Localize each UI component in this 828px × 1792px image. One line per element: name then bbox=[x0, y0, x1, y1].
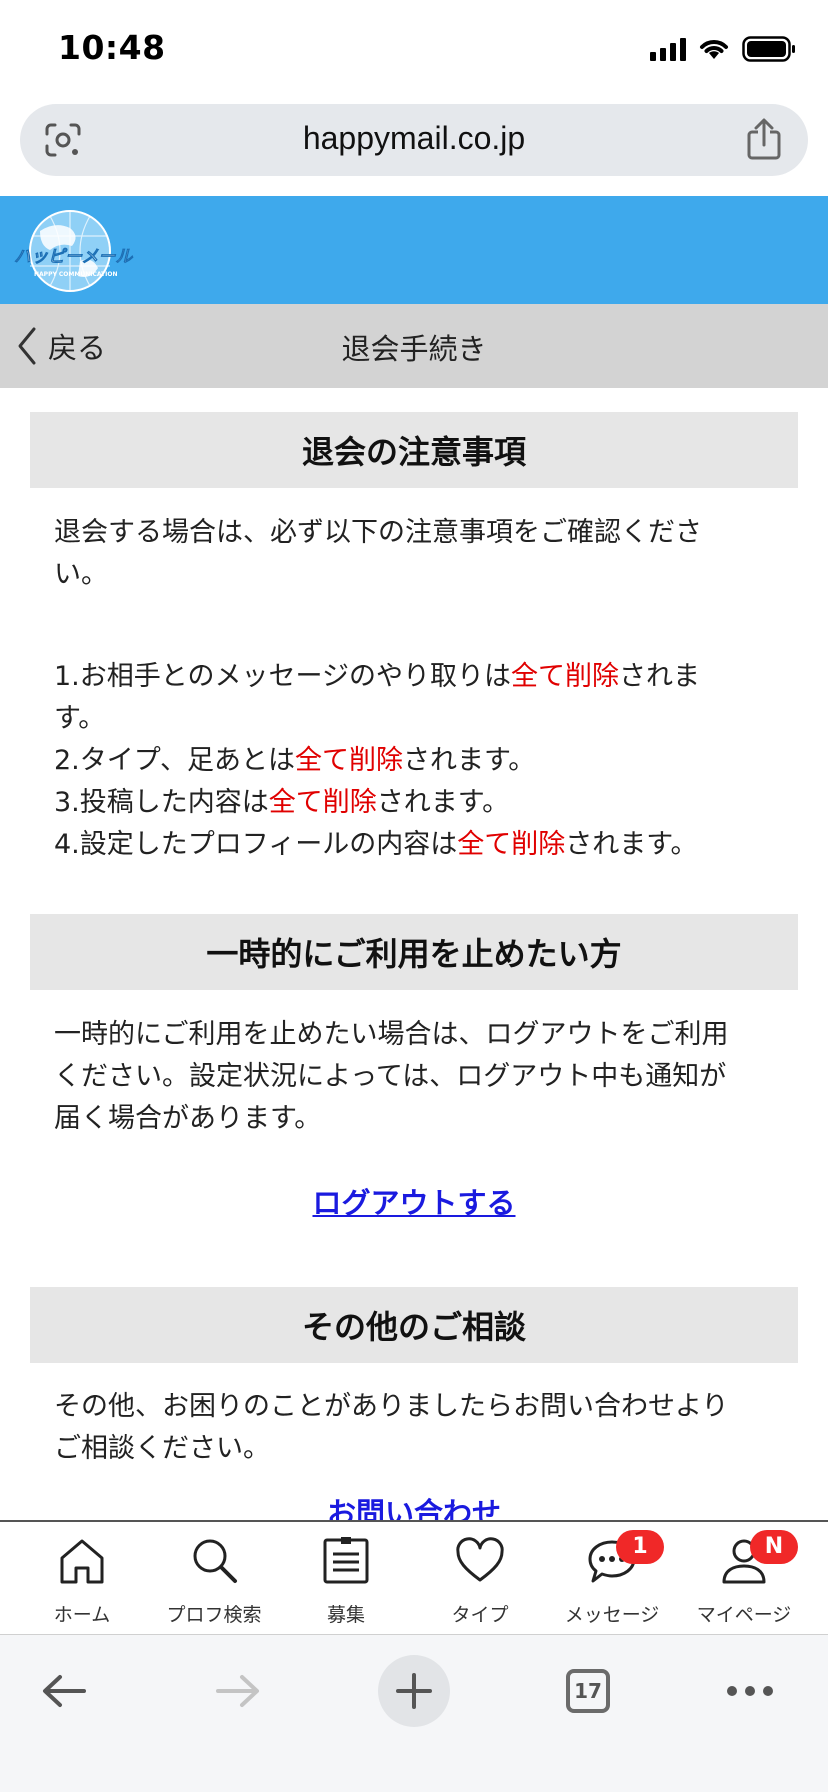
delete-warning: 全て削除 bbox=[294, 745, 403, 776]
forward-nav-button[interactable] bbox=[202, 1655, 274, 1727]
nav-board[interactable]: 募集 bbox=[280, 1522, 412, 1634]
notice-intro: 退会する場合は、必ず以下の注意事項をご確認くださ い。 bbox=[54, 512, 784, 596]
board-icon bbox=[323, 1537, 369, 1584]
more-button[interactable] bbox=[714, 1655, 786, 1727]
nav-label: プロフ検索 bbox=[166, 1604, 262, 1626]
notice-item-1: 1.お相手とのメッセージのやり取りは全て削除されま bbox=[54, 656, 784, 698]
search-icon bbox=[193, 1539, 237, 1583]
main-content[interactable]: 退会の注意事項 退会する場合は、必ず以下の注意事項をご確認くださ い。 1.お相… bbox=[0, 388, 828, 1520]
section-heading-notice: 退会の注意事項 bbox=[30, 412, 798, 488]
signal-icon bbox=[650, 37, 686, 61]
happymail-logo[interactable]: ハッピーメール HAPPY COMMUNICATION bbox=[10, 206, 136, 296]
notice-intro-line: 退会する場合は、必ず以下の注意事項をご確認くださ bbox=[54, 517, 702, 548]
delete-warning: 全て削除 bbox=[268, 787, 377, 818]
nav-label: タイプ bbox=[451, 1604, 509, 1626]
mypage-badge: N bbox=[750, 1530, 798, 1564]
plus-icon bbox=[396, 1673, 432, 1709]
notice-list: 1.お相手とのメッセージのやり取りは全て削除されま す。 2.タイプ、足あとは全… bbox=[54, 656, 784, 866]
site-header: ハッピーメール HAPPY COMMUNICATION bbox=[0, 196, 828, 304]
logout-link[interactable]: ログアウトする bbox=[0, 1180, 828, 1222]
other-text-line: その他、お困りのことがありましたらお問い合わせより bbox=[54, 1391, 729, 1422]
nav-label: マイページ bbox=[696, 1604, 792, 1626]
delete-warning: 全て削除 bbox=[457, 829, 566, 860]
browser-toolbar: 17 bbox=[0, 1634, 828, 1792]
other-text-line: ご相談ください。 bbox=[54, 1433, 270, 1464]
contact-link[interactable]: お問い合わせ bbox=[0, 1490, 828, 1520]
svg-text:ハッピーメール: ハッピーメール bbox=[14, 247, 133, 267]
svg-text:HAPPY COMMUNICATION: HAPPY COMMUNICATION bbox=[34, 271, 118, 278]
other-text: その他、お困りのことがありましたらお問い合わせより ご相談ください。 bbox=[54, 1386, 784, 1470]
home-icon bbox=[60, 1539, 104, 1584]
nav-search[interactable]: プロフ検索 bbox=[148, 1522, 280, 1634]
status-bar: 10:48 bbox=[0, 0, 828, 96]
message-badge: 1 bbox=[616, 1530, 664, 1564]
status-icons bbox=[650, 36, 796, 62]
notice-item-text: 3.投稿した内容は bbox=[54, 787, 269, 818]
tabs-button[interactable]: 17 bbox=[552, 1655, 624, 1727]
notice-item-3: 3.投稿した内容は全て削除されます。 bbox=[54, 782, 784, 824]
arrow-left-icon bbox=[43, 1675, 86, 1707]
nav-message[interactable]: 1 メッセージ bbox=[546, 1522, 678, 1634]
notice-item-2: 2.タイプ、足あとは全て削除されます。 bbox=[54, 740, 784, 782]
nav-label: ホーム bbox=[53, 1604, 111, 1626]
notice-item-text: されます。 bbox=[376, 787, 510, 818]
notice-item-4: 4.設定したプロフィールの内容は全て削除されます。 bbox=[54, 824, 784, 866]
share-icon[interactable] bbox=[746, 118, 782, 160]
section-heading-pause: 一時的にご利用を止めたい方 bbox=[30, 914, 798, 990]
nav-label: メッセージ bbox=[564, 1604, 660, 1626]
nav-type[interactable]: タイプ bbox=[414, 1522, 546, 1634]
arrow-right-icon bbox=[216, 1675, 259, 1707]
back-nav-button[interactable] bbox=[28, 1655, 100, 1727]
wifi-icon bbox=[700, 40, 728, 59]
new-tab-button[interactable] bbox=[378, 1655, 450, 1727]
notice-item-text: 2.タイプ、足あとは bbox=[54, 745, 295, 776]
notice-item-text: 4.設定したプロフィールの内容は bbox=[54, 829, 458, 860]
notice-item-text: 1.お相手とのメッセージのやり取りは bbox=[54, 661, 511, 692]
notice-item-1-cont: す。 bbox=[54, 703, 106, 734]
battery-icon bbox=[742, 36, 795, 62]
pause-text-line: 届く場合があります。 bbox=[54, 1103, 322, 1134]
nav-label: 募集 bbox=[326, 1604, 365, 1626]
url-text[interactable]: happymail.co.jp bbox=[20, 120, 808, 157]
pause-text-line: 一時的にご利用を止めたい場合は、ログアウトをご利用 bbox=[54, 1019, 729, 1050]
page-title: 退会手続き bbox=[341, 332, 487, 366]
tabs-icon: 17 bbox=[566, 1669, 610, 1713]
notice-intro-line: い。 bbox=[54, 559, 108, 590]
pause-text-line: ください。設定状況によっては、ログアウト中も通知が bbox=[54, 1061, 727, 1092]
nav-home[interactable]: ホーム bbox=[16, 1522, 148, 1634]
section-heading-other: その他のご相談 bbox=[30, 1287, 798, 1363]
pause-text: 一時的にご利用を止めたい場合は、ログアウトをご利用 ください。設定状況によっては… bbox=[54, 1014, 784, 1140]
notice-item-text: されます。 bbox=[565, 829, 698, 860]
notice-item-text: されま bbox=[618, 661, 700, 692]
status-time: 10:48 bbox=[58, 28, 166, 67]
title-bar: 戻る 退会手続き bbox=[0, 304, 828, 388]
heart-icon bbox=[456, 1537, 504, 1582]
notice-item-text: されます。 bbox=[402, 745, 536, 776]
address-bar[interactable]: happymail.co.jp bbox=[20, 104, 808, 176]
delete-warning: 全て削除 bbox=[510, 661, 619, 692]
nav-mypage[interactable]: N マイページ bbox=[678, 1522, 810, 1634]
bottom-nav: ホーム プロフ検索 募集 タイプ 1 メッセージ N マイページ bbox=[0, 1520, 828, 1634]
more-icon bbox=[727, 1686, 773, 1696]
